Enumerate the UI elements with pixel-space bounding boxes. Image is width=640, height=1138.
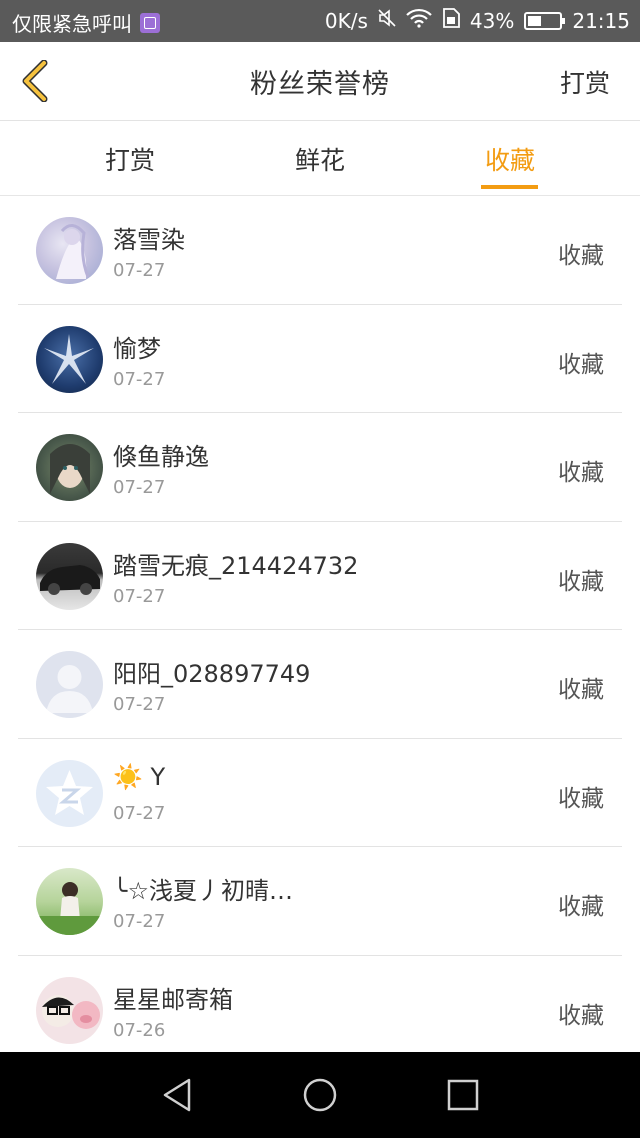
fan-name: 星星邮寄箱 (113, 985, 233, 1014)
favorite-label: 收藏 (558, 351, 604, 378)
list-item[interactable]: ☀️ Y 07-27 收藏 (0, 739, 640, 847)
favorite-label: 收藏 (558, 677, 604, 703)
favorite-label: 收藏 (558, 243, 604, 269)
fan-date: 07-26 (113, 1019, 166, 1041)
sim-icon (442, 8, 460, 33)
fan-name: ╰☆浅夏丿初晴… (113, 877, 293, 905)
wifi-icon (406, 8, 432, 33)
list-item[interactable]: 愉梦 07-27 收藏 (0, 305, 640, 413)
nav-recents-button[interactable] (446, 1077, 480, 1117)
battery-icon (524, 11, 566, 30)
reward-button[interactable]: 打赏 (560, 64, 610, 100)
fan-date: 07-27 (113, 694, 166, 715)
tab-bar: 打赏 鲜花 收藏 (0, 121, 640, 196)
avatar (36, 542, 103, 610)
square-recents-icon (447, 1079, 479, 1111)
circle-home-icon (303, 1078, 337, 1112)
list-item[interactable]: 落雪染 07-27 收藏 (0, 196, 640, 305)
fan-date: 07-27 (113, 477, 166, 498)
avatar (36, 325, 103, 393)
favorite-label: 收藏 (558, 894, 604, 920)
fan-name: ☀️ Y (113, 762, 166, 791)
fan-name: 倏鱼静逸 (113, 443, 209, 471)
avatar (36, 759, 103, 827)
fan-date: 07-27 (113, 911, 166, 932)
fan-date: 07-27 (113, 260, 166, 281)
battery-percent: 43% (469, 8, 515, 33)
system-nav-bar (0, 1052, 640, 1138)
avatar (36, 434, 103, 501)
carrier-text: 仅限紧急呼叫 (12, 12, 132, 36)
qzone-star-icon (46, 769, 93, 815)
favorite-label: 收藏 (558, 1002, 604, 1029)
avatar (36, 976, 103, 1044)
status-bar: 仅限紧急呼叫 0K/s 43% 21:15 (0, 0, 640, 42)
header: 粉丝荣誉榜 打赏 (0, 42, 640, 121)
fan-list: 落雪染 07-27 收藏 愉梦 07-27 收藏 倏鱼静逸 07-27 收藏 踏… (0, 196, 640, 1064)
active-tab-indicator (481, 185, 538, 189)
avatar (36, 651, 103, 718)
nav-home-button[interactable] (302, 1077, 338, 1117)
fan-date: 07-27 (113, 802, 166, 824)
tab-flowers[interactable]: 鲜花 (260, 141, 380, 177)
fan-name: 愉梦 (113, 334, 161, 363)
favorite-label: 收藏 (558, 460, 604, 486)
fan-name: 踏雪无痕_214424732 (113, 551, 359, 580)
tab-reward[interactable]: 打赏 (70, 141, 190, 177)
fan-date: 07-27 (113, 585, 166, 607)
page-title: 粉丝荣誉榜 (250, 69, 390, 100)
mute-icon (378, 8, 396, 33)
list-item[interactable]: 踏雪无痕_214424732 07-27 收藏 (0, 522, 640, 630)
favorite-label: 收藏 (558, 785, 604, 812)
triangle-back-icon (163, 1078, 191, 1112)
list-item[interactable]: ╰☆浅夏丿初晴… 07-27 收藏 (0, 847, 640, 956)
favorite-label: 收藏 (558, 568, 604, 595)
default-avatar-icon (46, 665, 93, 713)
list-item[interactable]: 倏鱼静逸 07-27 收藏 (0, 413, 640, 522)
list-item[interactable]: 阳阳_028897749 07-27 收藏 (0, 630, 640, 739)
fan-date: 07-27 (113, 368, 166, 390)
clock: 21:15 (572, 8, 630, 33)
gallery-notification-icon (140, 12, 160, 33)
fan-name: 落雪染 (113, 226, 185, 254)
avatar (36, 217, 103, 284)
network-speed: 0K/s (324, 8, 368, 33)
fan-name: 阳阳_028897749 (113, 660, 311, 688)
avatar (36, 868, 103, 935)
list-item[interactable]: 星星邮寄箱 07-26 收藏 (0, 956, 640, 1064)
tab-favorites[interactable]: 收藏 (450, 141, 570, 177)
nav-back-button[interactable] (160, 1077, 194, 1117)
